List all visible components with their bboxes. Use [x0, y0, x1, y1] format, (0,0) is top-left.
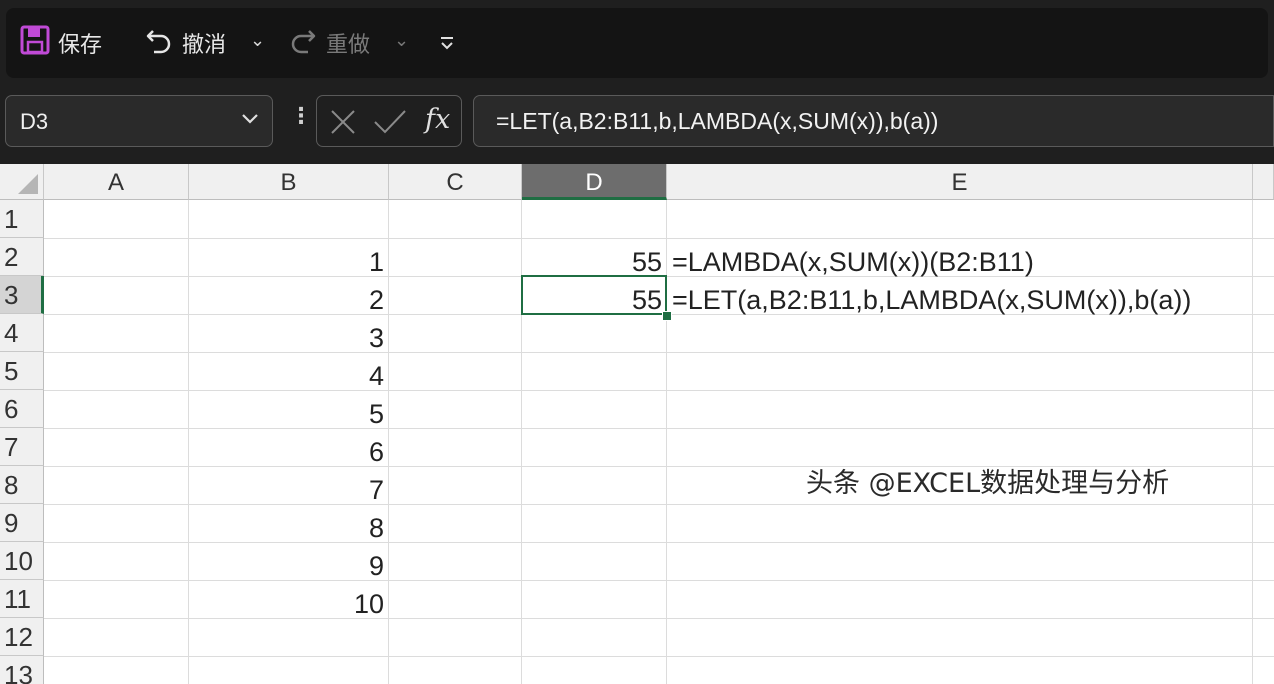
customize-toolbar-icon[interactable]: [438, 34, 456, 56]
column-header-a[interactable]: A: [44, 164, 189, 200]
cell-e2[interactable]: =LAMBDA(x,SUM(x))(B2:B11): [672, 242, 1034, 280]
gridline: [1252, 200, 1253, 684]
gridline: [388, 200, 389, 684]
cancel-icon[interactable]: [329, 108, 357, 140]
column-header-e[interactable]: E: [667, 164, 1253, 200]
cell-b7[interactable]: 6: [189, 432, 384, 470]
save-button[interactable]: 保存: [20, 25, 103, 61]
column-header-b[interactable]: B: [189, 164, 389, 200]
cell-b8[interactable]: 7: [189, 470, 384, 508]
row-header-4[interactable]: 4: [0, 314, 44, 352]
redo-dropdown-chevron-icon[interactable]: ⌄: [394, 30, 409, 51]
quick-access-toolbar: 保存 撤消 ⌄ 重做 ⌄: [6, 8, 1268, 78]
spreadsheet-grid[interactable]: A B C D E 1 2 3 4 5 6 7 8 9 10 11 12 13 …: [0, 164, 1274, 684]
chevron-down-icon[interactable]: [240, 108, 260, 132]
gridline: [44, 656, 1274, 657]
row-header-9[interactable]: 9: [0, 504, 44, 542]
row-header-13[interactable]: 13: [0, 656, 44, 684]
save-label: 保存: [58, 33, 103, 58]
more-options-icon[interactable]: ⋮: [290, 104, 312, 129]
formula-input[interactable]: =LET(a,B2:B11,b,LAMBDA(x,SUM(x)),b(a)): [473, 95, 1274, 147]
cell-b6[interactable]: 5: [189, 394, 384, 432]
undo-label: 撤消: [182, 33, 227, 58]
name-box[interactable]: D3: [5, 95, 273, 147]
insert-function-button[interactable]: fx: [425, 104, 450, 135]
cell-b11[interactable]: 10: [189, 584, 384, 622]
enter-check-icon[interactable]: [373, 108, 407, 140]
column-header-d[interactable]: D: [522, 164, 667, 200]
undo-dropdown-chevron-icon[interactable]: ⌄: [250, 30, 265, 51]
redo-button[interactable]: 重做: [288, 26, 370, 60]
row-header-10[interactable]: 10: [0, 542, 44, 580]
watermark: 头条 @EXCEL数据处理与分析: [806, 468, 1170, 499]
undo-icon: [144, 25, 174, 61]
column-header-f[interactable]: [1253, 164, 1274, 200]
formula-text: =LET(a,B2:B11,b,LAMBDA(x,SUM(x)),b(a)): [496, 108, 939, 134]
formula-controls: fx: [316, 95, 462, 147]
fill-handle[interactable]: [662, 311, 672, 321]
cell-b10[interactable]: 9: [189, 546, 384, 584]
row-header-12[interactable]: 12: [0, 618, 44, 656]
row-header-7[interactable]: 7: [0, 428, 44, 466]
save-icon: [20, 25, 50, 61]
name-box-value: D3: [20, 109, 49, 134]
row-header-5[interactable]: 5: [0, 352, 44, 390]
column-header-c[interactable]: C: [389, 164, 522, 200]
cell-b2[interactable]: 1: [189, 242, 384, 280]
undo-button[interactable]: 撤消: [144, 26, 226, 60]
row-header-1[interactable]: 1: [0, 200, 44, 238]
row-header-11[interactable]: 11: [0, 580, 44, 618]
redo-label: 重做: [326, 33, 371, 58]
gridline: [666, 200, 667, 684]
cell-b9[interactable]: 8: [189, 508, 384, 546]
select-all-corner[interactable]: [0, 164, 44, 200]
redo-icon: [288, 25, 318, 61]
row-header-3[interactable]: 3: [0, 276, 44, 314]
cell-b5[interactable]: 4: [189, 356, 384, 394]
row-header-6[interactable]: 6: [0, 390, 44, 428]
cell-b4[interactable]: 3: [189, 318, 384, 356]
gridline: [44, 238, 1274, 239]
active-cell-selection: [521, 275, 667, 315]
row-header-2[interactable]: 2: [0, 238, 44, 276]
cell-b3[interactable]: 2: [189, 280, 384, 318]
row-header-8[interactable]: 8: [0, 466, 44, 504]
cell-e3[interactable]: =LET(a,B2:B11,b,LAMBDA(x,SUM(x)),b(a)): [672, 280, 1191, 318]
